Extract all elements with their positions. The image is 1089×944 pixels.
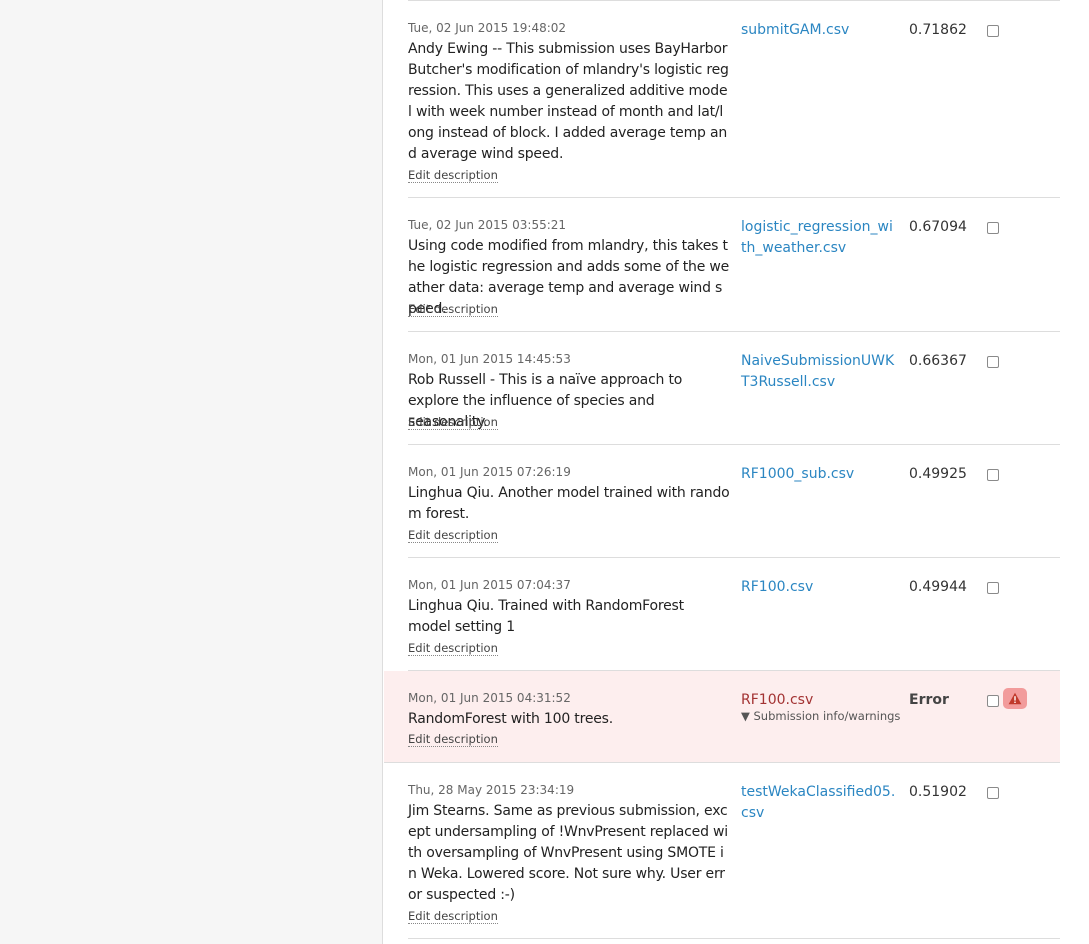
edit-description-link[interactable]: Edit description (408, 302, 498, 317)
edit-description-link[interactable]: Edit description (408, 528, 498, 543)
submission-date: Mon, 01 Jun 2015 07:04:37 (408, 578, 571, 592)
submission-score: 0.71862 (909, 22, 967, 38)
submission-file-link[interactable]: submitGAM.csv (741, 20, 897, 41)
submission-file-link[interactable]: RF1000_sub.csv (741, 464, 897, 485)
left-sidebar (0, 0, 383, 944)
select-checkbox-icon[interactable] (987, 695, 999, 707)
submission-description: Andy Ewing -- This submission uses BayHa… (408, 41, 729, 162)
edit-description-link[interactable]: Edit description (408, 641, 498, 656)
submission-description: Linghua Qiu. Another model trained with … (408, 485, 730, 522)
edit-description-link[interactable]: Edit description (408, 909, 498, 924)
submission-file-link[interactable]: NaiveSubmissionUWKT3Russell.csv (741, 351, 897, 393)
submission-description: Jim Stearns. Same as previous submission… (408, 803, 728, 903)
select-checkbox-icon[interactable] (987, 222, 999, 234)
submission-score: Error (909, 692, 949, 708)
warning-badge[interactable] (1003, 688, 1027, 709)
submission-row: Mon, 01 Jun 2015 07:04:37 Linghua Qiu. T… (408, 558, 1060, 671)
submission-row: Mon, 01 Jun 2015 07:26:19 Linghua Qiu. A… (408, 445, 1060, 558)
submission-file-link[interactable]: logistic_regression_with_weather.csv (741, 217, 897, 259)
submission-date: Mon, 01 Jun 2015 07:26:19 (408, 465, 571, 479)
submission-date: Mon, 01 Jun 2015 14:45:53 (408, 352, 571, 366)
submission-score: 0.51902 (909, 784, 967, 800)
submission-description: Linghua Qiu. Trained with RandomForest m… (408, 598, 684, 635)
submission-score: 0.67094 (909, 219, 967, 235)
submission-row: Tue, 02 Jun 2015 03:55:21 Using code mod… (408, 198, 1060, 332)
submission-row: Mon, 01 Jun 2015 14:45:53 Rob Russell - … (408, 332, 1060, 445)
select-checkbox-icon[interactable] (987, 787, 999, 799)
submission-row-error: Mon, 01 Jun 2015 04:31:52 RandomForest w… (384, 671, 1060, 763)
submission-score: 0.49925 (909, 466, 967, 482)
select-checkbox-icon[interactable] (987, 25, 999, 37)
submission-file-link[interactable]: testWekaClassified05.csv (741, 782, 897, 824)
submission-score: 0.66367 (909, 353, 967, 369)
submission-file-link[interactable]: RF100.csv (741, 690, 897, 711)
edit-description-link[interactable]: Edit description (408, 732, 498, 747)
submission-file-link[interactable]: RF100.csv (741, 577, 897, 598)
submission-row: Tue, 02 Jun 2015 19:48:02 Andy Ewing -- … (408, 1, 1060, 198)
submission-description: RandomForest with 100 trees. (408, 711, 614, 727)
submission-list: Tue, 02 Jun 2015 19:48:02 Andy Ewing -- … (384, 0, 1060, 939)
select-checkbox-icon[interactable] (987, 356, 999, 368)
submission-score: 0.49944 (909, 579, 967, 595)
warning-triangle-icon (1008, 692, 1022, 705)
submission-date: Thu, 28 May 2015 23:34:19 (408, 783, 575, 797)
edit-description-link[interactable]: Edit description (408, 415, 498, 430)
submission-date: Tue, 02 Jun 2015 19:48:02 (408, 21, 567, 35)
edit-description-link[interactable]: Edit description (408, 168, 498, 183)
submission-date: Mon, 01 Jun 2015 04:31:52 (408, 691, 571, 705)
submission-info-toggle[interactable]: ▼ Submission info/warnings (741, 709, 900, 723)
select-checkbox-icon[interactable] (987, 469, 999, 481)
select-checkbox-icon[interactable] (987, 582, 999, 594)
submission-row: Thu, 28 May 2015 23:34:19 Jim Stearns. S… (408, 763, 1060, 939)
submission-date: Tue, 02 Jun 2015 03:55:21 (408, 218, 567, 232)
